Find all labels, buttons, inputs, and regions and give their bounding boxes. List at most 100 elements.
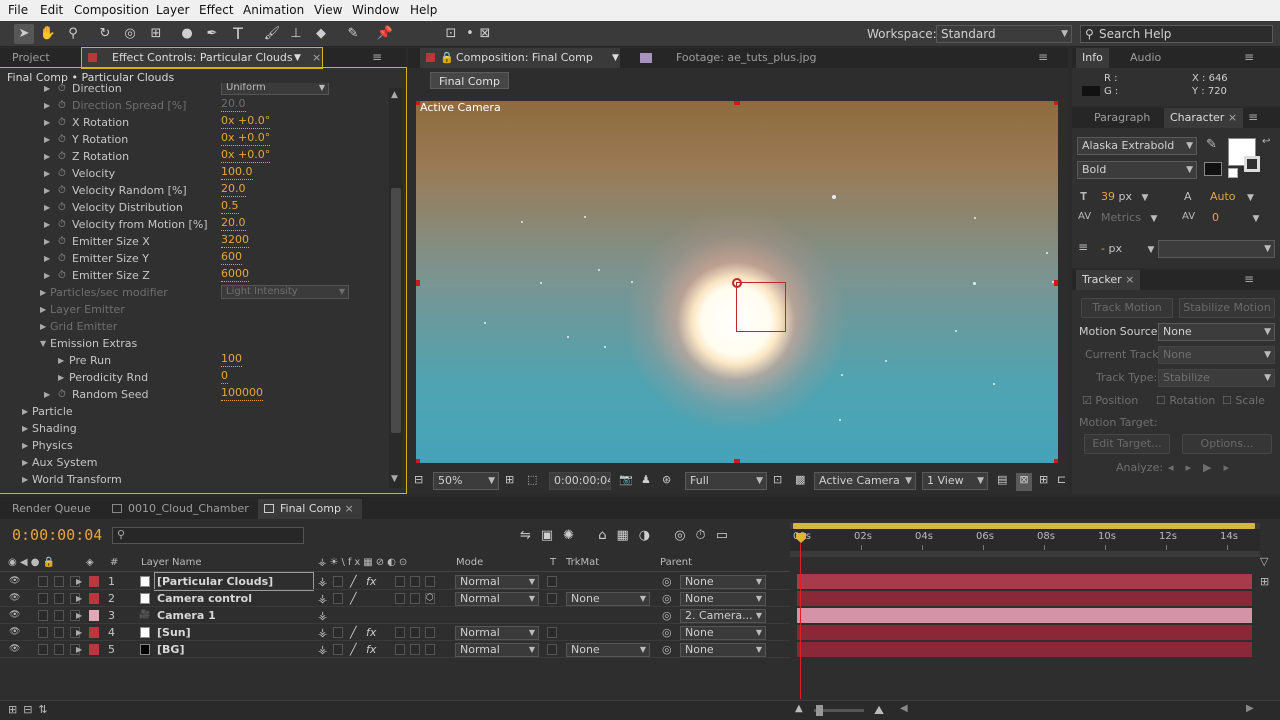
show-snapshot-icon[interactable]: ♟ bbox=[641, 473, 651, 491]
stroke-color-swatch[interactable] bbox=[1244, 156, 1260, 172]
disclosure-triangle-icon[interactable]: ▶ bbox=[44, 199, 50, 216]
adjustment-switch[interactable] bbox=[410, 576, 420, 587]
fast-previews-icon[interactable]: ⊡ bbox=[773, 473, 782, 491]
tab-info[interactable]: Info bbox=[1076, 48, 1109, 68]
effect-property-row[interactable]: ▶ Shading bbox=[0, 420, 390, 437]
solo-switch[interactable] bbox=[54, 627, 64, 638]
3d-layer-switch[interactable] bbox=[425, 627, 435, 638]
scroll-down-icon[interactable]: ▼ bbox=[391, 474, 398, 484]
zoom-in-icon[interactable]: ⛰ bbox=[874, 703, 884, 718]
toggle-pixel-aspect-icon[interactable]: ▤ bbox=[997, 473, 1007, 491]
property-value[interactable]: 20.0 bbox=[221, 182, 246, 197]
clone-stamp-icon[interactable]: ⊥ bbox=[286, 24, 306, 44]
stopwatch-icon[interactable]: ⏱ bbox=[58, 131, 66, 148]
stopwatch-icon[interactable]: ⏱ bbox=[58, 114, 66, 131]
composition-viewer[interactable]: Active Camera bbox=[416, 101, 1058, 463]
expand-layer-icon[interactable]: ▶ bbox=[76, 607, 82, 624]
type-tool-icon[interactable]: T bbox=[228, 24, 248, 44]
tab-character[interactable]: Character × bbox=[1164, 108, 1244, 128]
timeline-layer-row[interactable]: 👁 ▶ 5 [BG] ⚶ ╱ fx Normal ▼ None ▼ ◎ None ▼ bbox=[0, 641, 790, 658]
disclosure-triangle-icon[interactable]: ▶ bbox=[22, 471, 28, 488]
fx-switch-icon[interactable]: fx bbox=[366, 641, 376, 658]
stopwatch-icon[interactable]: ⏱ bbox=[58, 97, 66, 114]
close-icon[interactable]: × bbox=[344, 502, 353, 515]
layer-duration-bar[interactable] bbox=[797, 642, 1252, 657]
tab-footage[interactable]: Footage: ae_tuts_plus.jpg bbox=[640, 48, 817, 68]
font-family-select[interactable]: Alaska Extrabold ▼ bbox=[1077, 137, 1197, 155]
adjustment-switch[interactable] bbox=[410, 593, 420, 604]
expand-layer-icon[interactable]: ▶ bbox=[76, 624, 82, 641]
menu-layer[interactable]: Layer bbox=[156, 3, 189, 17]
eraser-tool-icon[interactable]: ◆ bbox=[311, 24, 331, 44]
layer-label-color[interactable] bbox=[89, 644, 99, 655]
disclosure-triangle-icon[interactable]: ▶ bbox=[22, 437, 28, 454]
timeline-layer-row[interactable]: 👁 ▶ 4 [Sun] ⚶ ╱ fx Normal ▼ ◎ None ▼ bbox=[0, 624, 790, 641]
menu-file[interactable]: File bbox=[8, 3, 28, 17]
effect-property-row[interactable]: ▶ Grid Emitter bbox=[0, 318, 390, 335]
disclosure-triangle-icon[interactable]: ▶ bbox=[44, 182, 50, 199]
puppet-pin-icon[interactable]: 📌 bbox=[375, 24, 395, 44]
tab-final-comp[interactable]: Final Comp × bbox=[258, 499, 362, 519]
layer-mode-select[interactable]: Normal ▼ bbox=[455, 575, 539, 589]
effect-property-row[interactable]: ▶ Aux System bbox=[0, 454, 390, 471]
effect-property-row[interactable]: ▶ ⏱ Z Rotation 0x +0.0° bbox=[0, 148, 390, 165]
visibility-eye-icon[interactable]: 👁 bbox=[9, 590, 20, 607]
stopwatch-icon[interactable]: ⏱ bbox=[58, 233, 66, 250]
black-swatch[interactable] bbox=[1204, 162, 1222, 176]
panel-menu-icon[interactable]: ≡ bbox=[1244, 50, 1254, 64]
disclosure-triangle-icon[interactable]: ▶ bbox=[44, 233, 50, 250]
position-checkbox[interactable]: ☑ Position bbox=[1082, 394, 1138, 407]
channel-rgb-icon[interactable]: ⊛ bbox=[662, 473, 671, 491]
timeline-current-time[interactable]: 0:00:00:04 bbox=[12, 526, 102, 544]
ellipse-tool-icon[interactable]: ● bbox=[177, 24, 197, 44]
3d-layer-switch[interactable]: ⬡ bbox=[425, 593, 435, 604]
disclosure-triangle-icon[interactable]: ▶ bbox=[44, 97, 50, 114]
property-value[interactable]: 0x +0.0° bbox=[221, 131, 271, 146]
disclosure-triangle-icon[interactable]: ▶ bbox=[40, 301, 46, 318]
swap-colors-icon[interactable]: ↩ bbox=[1262, 136, 1270, 147]
parent-pickwhip-icon[interactable]: ◎ bbox=[662, 607, 672, 624]
stopwatch-icon[interactable]: ⏱ bbox=[58, 216, 66, 233]
tab-menu-chevron-icon[interactable]: ▼ bbox=[294, 48, 301, 68]
track-motion-button[interactable]: Track Motion bbox=[1081, 298, 1173, 318]
effect-property-row[interactable]: ▶ Perodicity Rnd 0 bbox=[0, 369, 390, 386]
effect-property-row[interactable]: ▶ ⏱ Y Rotation 0x +0.0° bbox=[0, 131, 390, 148]
menu-animation[interactable]: Animation bbox=[243, 3, 304, 17]
solo-switch[interactable] bbox=[54, 610, 64, 621]
timeline-layer-row[interactable]: 👁 ▶ 2 Camera control ⚶ ╱ ⬡ Normal ▼ None ▼ ◎ None ▼ bbox=[0, 590, 790, 607]
frame-handle[interactable] bbox=[734, 459, 740, 463]
layer-name[interactable]: Camera 1 bbox=[157, 607, 216, 624]
property-value[interactable]: 20.0 bbox=[221, 97, 246, 112]
layer-label-color[interactable] bbox=[89, 627, 99, 638]
stopwatch-icon[interactable]: ⏱ bbox=[58, 83, 66, 97]
effect-property-row[interactable]: ▶ ⏱ Velocity Random [%] 20.0 bbox=[0, 182, 390, 199]
effect-property-row[interactable]: ▼ Emission Extras bbox=[0, 335, 390, 352]
solo-switch[interactable] bbox=[54, 644, 64, 655]
leading-value[interactable]: Auto ▼ bbox=[1210, 190, 1254, 203]
workspace-select[interactable]: Standard ▼ bbox=[936, 25, 1072, 43]
audio-switch[interactable] bbox=[38, 644, 48, 655]
font-size-value[interactable]: 39 px ▼ bbox=[1101, 190, 1148, 203]
tracking-value[interactable]: 0 ▼ bbox=[1212, 211, 1259, 224]
effect-property-row[interactable]: ▶ ⏱ X Rotation 0x +0.0° bbox=[0, 114, 390, 131]
property-value[interactable]: 0 bbox=[221, 369, 228, 384]
effect-property-row[interactable]: ▶ ⏱ Emitter Size Z 6000 bbox=[0, 267, 390, 284]
edit-target-button[interactable]: Edit Target... bbox=[1084, 434, 1170, 454]
quality-switch-icon[interactable]: ╱ bbox=[350, 641, 357, 658]
no-color-swatch[interactable] bbox=[1228, 168, 1238, 178]
transparency-grid-icon[interactable]: ▩ bbox=[795, 473, 805, 491]
property-value[interactable]: 20.0 bbox=[221, 216, 246, 231]
comp-marker-icon[interactable]: ▽ bbox=[1260, 555, 1268, 568]
parent-select[interactable]: 2. Camera... ▼ bbox=[680, 609, 766, 623]
motion-blur-switch[interactable] bbox=[395, 576, 405, 587]
layer-duration-bar[interactable] bbox=[797, 591, 1252, 606]
layer-mode-select[interactable]: Normal ▼ bbox=[455, 592, 539, 606]
menu-effect[interactable]: Effect bbox=[199, 3, 234, 17]
layer-mode-select[interactable]: Normal ▼ bbox=[455, 626, 539, 640]
shy-switch-icon[interactable]: ⚶ bbox=[318, 573, 327, 590]
solo-switch[interactable] bbox=[54, 593, 64, 604]
render-preview-icon[interactable]: ⊠ bbox=[1016, 473, 1032, 491]
scroll-left-icon[interactable]: ◀ bbox=[900, 703, 908, 714]
property-value[interactable]: 100.0 bbox=[221, 165, 253, 180]
rotation-checkbox[interactable]: ☐ Rotation bbox=[1156, 394, 1215, 407]
